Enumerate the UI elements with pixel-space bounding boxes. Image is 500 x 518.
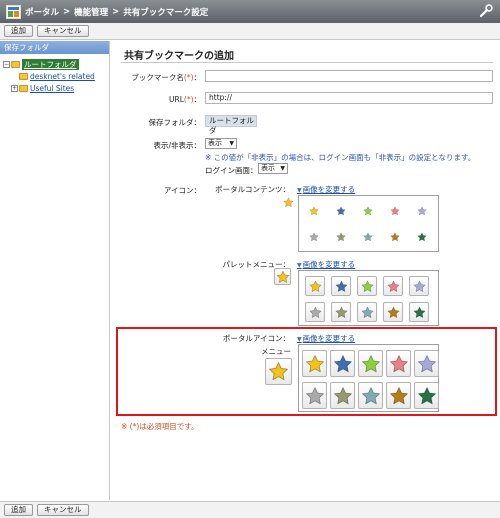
star-option-icon[interactable] — [302, 350, 327, 377]
tree-label-root[interactable]: ルートフォルダ — [22, 58, 79, 70]
star-option-icon[interactable] — [409, 302, 429, 322]
star-option-icon[interactable] — [384, 200, 406, 222]
star-option-icon[interactable] — [386, 350, 411, 377]
folder-icon — [19, 72, 28, 80]
star-option-icon[interactable] — [414, 350, 439, 377]
top-toolbar: 追加 キャンセル — [0, 23, 500, 40]
star-option-icon[interactable] — [330, 382, 355, 409]
sidebar-header: 保存フォルダ — [0, 41, 109, 54]
star-option-icon[interactable] — [330, 226, 352, 248]
star-option-icon[interactable] — [303, 226, 325, 248]
login-screen-label: ログイン画面： — [205, 166, 258, 175]
star-option-icon[interactable] — [357, 302, 377, 322]
star-option-icon[interactable] — [357, 276, 377, 296]
url-label: URL(*)： — [169, 95, 201, 104]
star-option-icon[interactable] — [357, 226, 379, 248]
tree-label-useful-sites[interactable]: Useful Sites — [30, 84, 74, 93]
star-option-icon[interactable] — [414, 382, 439, 409]
required-note: ※ (*)は必須項目です。 — [121, 422, 199, 431]
star-option-icon[interactable] — [331, 302, 351, 322]
star-option-icon[interactable] — [411, 200, 433, 222]
breadcrumb-shared-bookmark-settings: 共有ブックマーク設定 — [123, 7, 209, 18]
bottom-toolbar: 追加 キャンセル — [0, 501, 500, 518]
url-input[interactable]: http:// — [205, 92, 493, 104]
star-option-icon[interactable] — [302, 382, 327, 409]
star-option-icon[interactable] — [330, 350, 355, 377]
star-option-icon[interactable] — [331, 276, 351, 296]
star-option-icon[interactable] — [303, 200, 325, 222]
star-option-icon[interactable] — [384, 226, 406, 248]
bookmark-name-input[interactable] — [205, 70, 493, 82]
folder-value: ルートフォルダ — [205, 115, 257, 135]
portal-icon-label: ポータルアイコン： — [222, 334, 290, 343]
login-screen-select[interactable]: 表示 ▼ — [258, 163, 288, 174]
cancel-button[interactable]: キャンセル — [37, 504, 89, 516]
folder-label: 保存フォルダ： — [148, 118, 202, 127]
tree-node-useful-sites[interactable]: + Useful Sites — [0, 82, 109, 94]
star-option-icon[interactable] — [386, 382, 411, 409]
portal-contents-icon-grid — [298, 195, 439, 252]
star-option-icon[interactable] — [358, 350, 383, 377]
main-form: 共有ブックマークの追加 ブックマーク名(*)： URL(*)： http:// … — [111, 41, 500, 500]
selected-contents-star-icon — [282, 196, 294, 208]
title-divider — [121, 62, 493, 63]
change-image-link-palette[interactable]: ▼画像を変更する — [297, 259, 355, 270]
star-option-icon[interactable] — [330, 200, 352, 222]
portal-contents-label: ポータルコンテンツ： — [215, 185, 290, 194]
tree-node-desknets[interactable]: desknet's related — [0, 70, 109, 82]
folder-tree: − ルートフォルダ desknet's related + Useful Sit… — [0, 54, 109, 94]
star-option-icon[interactable] — [358, 382, 383, 409]
icon-label: アイコン： — [163, 186, 201, 195]
star-option-icon[interactable] — [411, 226, 433, 248]
breadcrumb-function-management[interactable]: 機能管理 — [74, 6, 108, 18]
folder-icon — [19, 84, 28, 92]
selected-palette-star-icon — [274, 268, 291, 285]
title-bar: ポータル > 機能管理 > 共有ブックマーク設定 — [0, 0, 500, 23]
change-image-link-portal[interactable]: ▼画像を変更する — [297, 333, 355, 344]
portal-app-icon — [6, 4, 21, 19]
bookmark-name-label: ブックマーク名(*)： — [131, 73, 201, 82]
add-button[interactable]: 追加 — [4, 504, 33, 516]
add-button[interactable]: 追加 — [4, 25, 33, 37]
breadcrumb-separator: > — [112, 6, 120, 17]
display-note: ※ この値が「非表示」の場合は、ログイン画面も「非表示」の設定となります。 — [205, 153, 476, 162]
collapse-icon[interactable]: − — [3, 60, 10, 68]
folder-icon — [11, 60, 20, 68]
display-label: 表示/非表示： — [153, 141, 201, 150]
star-option-icon[interactable] — [357, 200, 379, 222]
tree-node-root[interactable]: − ルートフォルダ — [0, 58, 109, 70]
selected-portal-star-icon — [265, 358, 292, 385]
palette-menu-icon-grid — [298, 270, 439, 326]
star-option-icon[interactable] — [383, 302, 403, 322]
menu-label: メニュー — [261, 347, 291, 356]
expand-icon[interactable]: + — [11, 84, 18, 92]
star-option-icon[interactable] — [305, 276, 325, 296]
page-title: 共有ブックマークの追加 — [124, 51, 234, 62]
display-select[interactable]: 表示 ▼ — [205, 138, 237, 149]
star-option-icon[interactable] — [409, 276, 429, 296]
portal-icon-grid — [298, 344, 439, 412]
change-image-link-contents[interactable]: ▼画像を変更する — [297, 184, 355, 195]
wrench-icon[interactable] — [478, 3, 494, 19]
star-option-icon[interactable] — [383, 276, 403, 296]
folder-sidebar: 保存フォルダ − ルートフォルダ desknet's related + Use… — [0, 41, 110, 500]
breadcrumb-separator: > — [63, 6, 71, 17]
tree-label-desknets[interactable]: desknet's related — [30, 72, 95, 81]
cancel-button[interactable]: キャンセル — [37, 25, 89, 37]
breadcrumb-portal[interactable]: ポータル — [25, 6, 59, 18]
star-option-icon[interactable] — [305, 302, 325, 322]
